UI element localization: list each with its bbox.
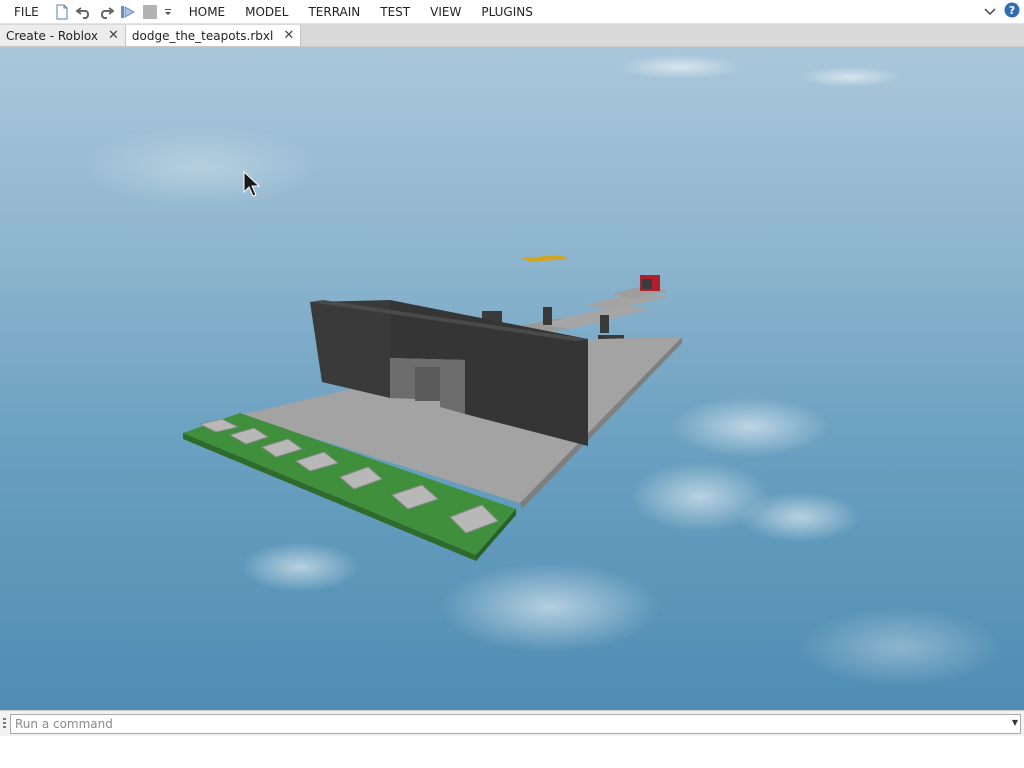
stop-icon[interactable] xyxy=(141,3,159,21)
tab-label: Create - Roblox xyxy=(6,28,98,43)
undo-icon[interactable] xyxy=(75,3,93,21)
customize-dropdown-icon[interactable] xyxy=(163,3,173,21)
scene-render xyxy=(80,55,1000,687)
svg-text:?: ? xyxy=(1009,4,1015,17)
command-input[interactable] xyxy=(10,714,1021,734)
menu-view[interactable]: VIEW xyxy=(422,0,469,24)
red-block xyxy=(640,275,660,291)
new-file-icon[interactable] xyxy=(53,3,71,21)
redo-icon[interactable] xyxy=(97,3,115,21)
tab-label: dodge_the_teapots.rbxl xyxy=(131,28,274,43)
menu-home[interactable]: HOME xyxy=(181,0,233,24)
yellow-platform xyxy=(522,255,568,262)
close-icon[interactable]: ✕ xyxy=(283,29,294,42)
menu-model[interactable]: MODEL xyxy=(237,0,296,24)
dropdown-arrow-icon[interactable]: ▼ xyxy=(1012,718,1018,727)
close-icon[interactable]: ✕ xyxy=(108,29,119,42)
menu-test[interactable]: TEST xyxy=(372,0,418,24)
file-menu[interactable]: FILE xyxy=(0,0,53,24)
chevron-down-icon[interactable] xyxy=(984,5,996,19)
ribbon-menubar: FILE HOME MODEL TERRAIN TEST VIEW PLUGIN… xyxy=(0,0,1024,24)
grip-handle-icon[interactable] xyxy=(3,718,6,730)
command-bar: ▼ xyxy=(0,710,1024,736)
bottom-blank-area xyxy=(0,736,1024,768)
document-tab-bar: Create - Roblox ✕ dodge_the_teapots.rbxl… xyxy=(0,24,1024,47)
3d-viewport[interactable] xyxy=(0,47,1024,710)
menubar-right-controls: ? xyxy=(984,2,1024,21)
menu-plugins[interactable]: PLUGINS xyxy=(473,0,541,24)
tab-create-roblox[interactable]: Create - Roblox ✕ xyxy=(0,25,126,46)
menu-terrain[interactable]: TERRAIN xyxy=(300,0,368,24)
mouse-cursor-icon xyxy=(243,171,261,197)
play-icon[interactable] xyxy=(119,3,137,21)
tab-dodge-the-teapots[interactable]: dodge_the_teapots.rbxl ✕ xyxy=(125,25,302,46)
help-icon[interactable]: ? xyxy=(1004,2,1020,21)
